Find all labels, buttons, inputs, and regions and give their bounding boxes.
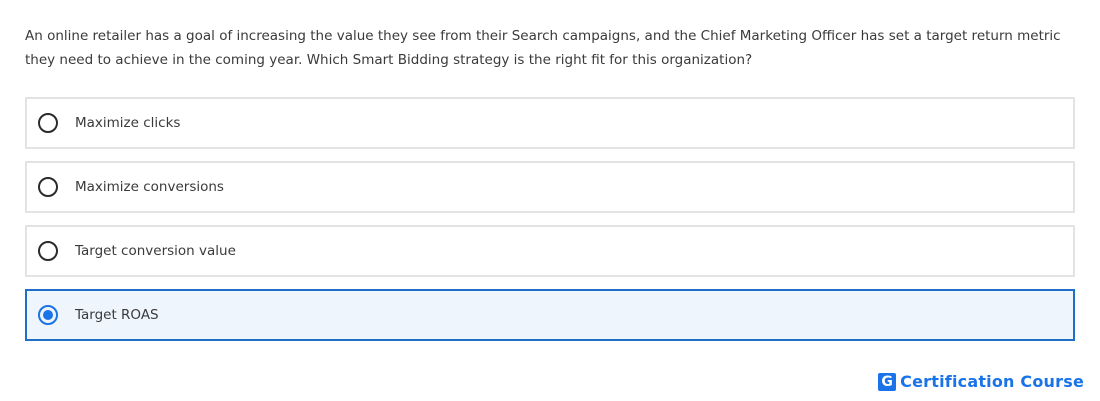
answer-option-target-roas[interactable]: Target ROAS [25,289,1075,341]
option-label: Target conversion value [75,243,236,259]
brand-logo-icon: G [878,372,897,391]
radio-button[interactable] [38,177,58,197]
radio-button[interactable] [38,113,58,133]
option-label: Maximize conversions [75,179,224,195]
answer-option-maximize-conversions[interactable]: Maximize conversions [25,161,1075,213]
radio-button[interactable] [38,305,58,325]
answer-options: Maximize clicks Maximize conversions Tar… [25,97,1075,353]
answer-option-target-conversion-value[interactable]: Target conversion value [25,225,1075,277]
brand-text: Certification Course [900,372,1084,391]
question-text: An online retailer has a goal of increas… [25,28,1061,68]
option-label: Target ROAS [75,307,159,323]
option-label: Maximize clicks [75,115,181,131]
answer-option-maximize-clicks[interactable]: Maximize clicks [25,97,1075,149]
brand-watermark: G Certification Course [878,372,1084,391]
radio-button[interactable] [38,241,58,261]
